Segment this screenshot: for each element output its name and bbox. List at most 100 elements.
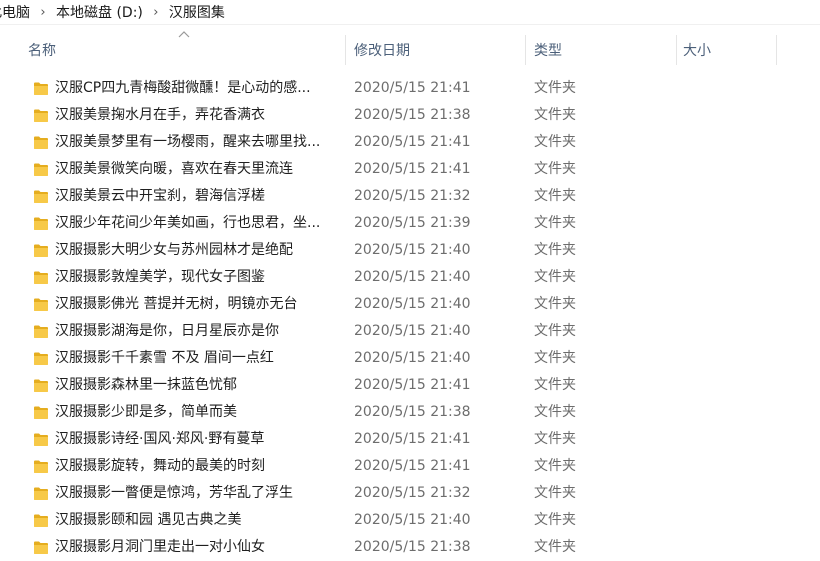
file-modified-date: 2020/5/15 21:32: [354, 485, 471, 501]
file-name[interactable]: 汉服摄影诗经·国风·郑风·野有蔓草: [55, 426, 345, 453]
file-modified-date: 2020/5/15 21:40: [354, 269, 471, 285]
file-row[interactable]: 汉服CP四九青梅酸甜微醺！是心动的感... 2020/5/15 21:41 文件夹: [0, 75, 820, 102]
file-size: [683, 102, 783, 129]
file-row[interactable]: 汉服美景掬水月在手，弄花香满衣 2020/5/15 21:38 文件夹: [0, 102, 820, 129]
file-size: [683, 75, 783, 102]
folder-icon: [33, 405, 49, 420]
file-name[interactable]: 汉服美景掬水月在手，弄花香满衣: [55, 102, 345, 129]
file-size: [683, 399, 783, 426]
file-name[interactable]: 汉服摄影旋转，舞动的最美的时刻: [55, 453, 345, 480]
file-name[interactable]: 汉服摄影森林里一抹蓝色忧郁: [55, 372, 345, 399]
file-row[interactable]: 汉服美景云中开宝刹，碧海信浮槎 2020/5/15 21:32 文件夹: [0, 183, 820, 210]
file-row[interactable]: 汉服摄影颐和园 遇见古典之美 2020/5/15 21:40 文件夹: [0, 507, 820, 534]
file-size: [683, 345, 783, 372]
file-type: 文件夹: [534, 404, 576, 420]
folder-icon: [33, 513, 49, 528]
file-size: [683, 426, 783, 453]
file-row[interactable]: 汉服摄影大明少女与苏州园林才是绝配 2020/5/15 21:40 文件夹: [0, 237, 820, 264]
file-row[interactable]: 汉服摄影森林里一抹蓝色忧郁 2020/5/15 21:41 文件夹: [0, 372, 820, 399]
file-modified-date: 2020/5/15 21:40: [354, 350, 471, 366]
address-divider: [0, 24, 820, 25]
file-name[interactable]: 汉服摄影少即是多，简单而美: [55, 399, 345, 426]
file-row[interactable]: 汉服摄影敦煌美学，现代女子图鉴 2020/5/15 21:40 文件夹: [0, 264, 820, 291]
column-resize-handle[interactable]: [525, 35, 526, 65]
file-name[interactable]: 汉服摄影佛光 菩提并无树，明镜亦无台: [55, 291, 345, 318]
column-header-row: 名称 修改日期 类型 大小: [0, 30, 820, 66]
file-type: 文件夹: [534, 134, 576, 150]
file-modified-date: 2020/5/15 21:40: [354, 512, 471, 528]
file-name[interactable]: 汉服美景微笑向暖，喜欢在春天里流连: [55, 156, 345, 183]
folder-icon: [33, 540, 49, 555]
file-type: 文件夹: [534, 431, 576, 447]
file-row[interactable]: 汉服美景微笑向暖，喜欢在春天里流连 2020/5/15 21:41 文件夹: [0, 156, 820, 183]
file-size: [683, 480, 783, 507]
folder-icon: [33, 297, 49, 312]
sort-ascending-icon: [178, 30, 190, 40]
file-modified-date: 2020/5/15 21:41: [354, 431, 471, 447]
file-type: 文件夹: [534, 107, 576, 123]
file-row[interactable]: 汉服少年花间少年美如画，行也思君，坐... 2020/5/15 21:39 文件夹: [0, 210, 820, 237]
file-name[interactable]: 汉服少年花间少年美如画，行也思君，坐...: [55, 210, 345, 237]
folder-icon: [33, 486, 49, 501]
folder-icon: [33, 216, 49, 231]
file-type: 文件夹: [534, 458, 576, 474]
file-row[interactable]: 汉服摄影湖海是你，日月星辰亦是你 2020/5/15 21:40 文件夹: [0, 318, 820, 345]
file-type: 文件夹: [534, 323, 576, 339]
file-modified-date: 2020/5/15 21:32: [354, 188, 471, 204]
file-name[interactable]: 汉服摄影敦煌美学，现代女子图鉴: [55, 264, 345, 291]
file-modified-date: 2020/5/15 21:41: [354, 161, 471, 177]
file-modified-date: 2020/5/15 21:40: [354, 242, 471, 258]
folder-icon: [33, 432, 49, 447]
file-row[interactable]: 汉服摄影佛光 菩提并无树，明镜亦无台 2020/5/15 21:40 文件夹: [0, 291, 820, 318]
crumb-hanfu-gallery[interactable]: 汉服图集: [167, 2, 227, 22]
column-resize-handle[interactable]: [776, 35, 777, 65]
folder-icon: [33, 351, 49, 366]
file-name[interactable]: 汉服摄影湖海是你，日月星辰亦是你: [55, 318, 345, 345]
file-size: [683, 264, 783, 291]
chevron-right-icon[interactable]: ›: [145, 5, 167, 20]
file-row[interactable]: 汉服美景梦里有一场樱雨，醒来去哪里找... 2020/5/15 21:41 文件夹: [0, 129, 820, 156]
file-size: [683, 183, 783, 210]
column-resize-handle[interactable]: [676, 35, 677, 65]
file-row[interactable]: 汉服摄影诗经·国风·郑风·野有蔓草 2020/5/15 21:41 文件夹: [0, 426, 820, 453]
column-header-size[interactable]: 大小: [683, 33, 711, 66]
file-size: [683, 372, 783, 399]
folder-icon: [33, 81, 49, 96]
file-type: 文件夹: [534, 296, 576, 312]
file-name[interactable]: 汉服CP四九青梅酸甜微醺！是心动的感...: [55, 75, 345, 102]
folder-icon: [33, 108, 49, 123]
column-header-date[interactable]: 修改日期: [354, 33, 410, 66]
chevron-right-icon[interactable]: ›: [32, 5, 54, 20]
folder-icon: [33, 162, 49, 177]
column-resize-handle[interactable]: [345, 35, 346, 65]
file-name[interactable]: 汉服摄影千千素雪 不及 眉间一点红: [55, 345, 345, 372]
file-row[interactable]: 汉服摄影一瞥便是惊鸿，芳华乱了浮生 2020/5/15 21:32 文件夹: [0, 480, 820, 507]
file-modified-date: 2020/5/15 21:40: [354, 296, 471, 312]
file-name[interactable]: 汉服摄影大明少女与苏州园林才是绝配: [55, 237, 345, 264]
column-header-name[interactable]: 名称: [28, 33, 56, 66]
crumb-this-pc[interactable]: 此电脑: [0, 2, 32, 22]
folder-icon: [33, 324, 49, 339]
file-name[interactable]: 汉服摄影颐和园 遇见古典之美: [55, 507, 345, 534]
file-type: 文件夹: [534, 215, 576, 231]
file-size: [683, 210, 783, 237]
folder-icon: [33, 189, 49, 204]
file-row[interactable]: 汉服摄影旋转，舞动的最美的时刻 2020/5/15 21:41 文件夹: [0, 453, 820, 480]
file-type: 文件夹: [534, 80, 576, 96]
folder-icon: [33, 243, 49, 258]
file-type: 文件夹: [534, 161, 576, 177]
file-name[interactable]: 汉服摄影一瞥便是惊鸿，芳华乱了浮生: [55, 480, 345, 507]
file-modified-date: 2020/5/15 21:41: [354, 134, 471, 150]
folder-icon: [33, 135, 49, 150]
file-size: [683, 156, 783, 183]
file-row[interactable]: 汉服摄影少即是多，简单而美 2020/5/15 21:38 文件夹: [0, 399, 820, 426]
crumb-local-disk-d[interactable]: 本地磁盘 (D:): [54, 2, 145, 22]
column-header-type[interactable]: 类型: [534, 33, 562, 66]
file-name[interactable]: 汉服美景梦里有一场樱雨，醒来去哪里找...: [55, 129, 345, 156]
file-name[interactable]: 汉服美景云中开宝刹，碧海信浮槎: [55, 183, 345, 210]
folder-icon: [33, 378, 49, 393]
address-bar[interactable]: 此电脑 › 本地磁盘 (D:) › 汉服图集: [0, 0, 820, 24]
file-modified-date: 2020/5/15 21:38: [354, 404, 471, 420]
file-row[interactable]: 汉服摄影千千素雪 不及 眉间一点红 2020/5/15 21:40 文件夹: [0, 345, 820, 372]
file-size: [683, 318, 783, 345]
